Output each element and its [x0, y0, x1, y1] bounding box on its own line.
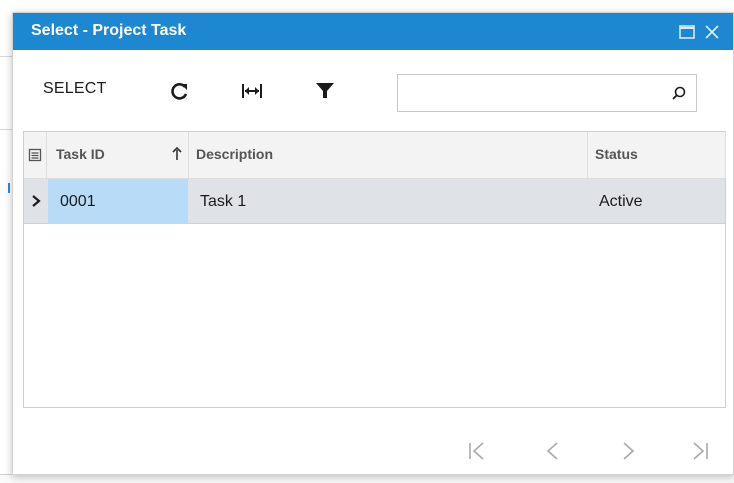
maximize-icon[interactable] [678, 23, 696, 41]
next-page-icon[interactable] [618, 440, 638, 462]
sort-ascending-icon[interactable] [172, 147, 182, 161]
fit-columns-icon[interactable] [241, 81, 263, 101]
search-icon[interactable] [672, 86, 686, 100]
grid-header: Task ID Description Status [24, 132, 727, 179]
column-chooser-icon[interactable] [28, 148, 42, 162]
dialog-title: Select - Project Task [31, 22, 187, 39]
background-divider [0, 56, 12, 57]
column-header-description[interactable]: Description [188, 132, 588, 179]
column-separator [725, 132, 726, 179]
column-header-status[interactable]: Status [587, 132, 727, 179]
column-separator [46, 132, 47, 179]
first-page-icon[interactable] [467, 440, 487, 462]
column-header-task-id[interactable]: Task ID [48, 132, 188, 179]
close-icon[interactable] [703, 23, 721, 41]
table-row[interactable]: 0001 Task 1 Active [24, 179, 725, 224]
last-page-icon[interactable] [690, 440, 710, 462]
refresh-icon[interactable] [169, 81, 191, 101]
cell-status[interactable]: Active [587, 179, 725, 224]
row-indicator-icon [32, 195, 41, 207]
background-footer [0, 474, 734, 483]
select-project-task-dialog: Select - Project Task SELECT Task ID Des… [12, 12, 734, 475]
background-accent [8, 183, 10, 193]
filter-icon[interactable] [314, 81, 336, 101]
search-input[interactable] [398, 75, 664, 111]
select-button[interactable]: SELECT [43, 80, 106, 98]
task-grid: Task ID Description Status 0001 Task 1 A… [23, 131, 726, 408]
background-divider [0, 129, 12, 130]
search-box [397, 74, 697, 112]
cell-description[interactable]: Task 1 [188, 179, 587, 224]
previous-page-icon[interactable] [543, 440, 563, 462]
cell-task-id[interactable]: 0001 [48, 179, 188, 224]
dialog-titlebar: Select - Project Task [13, 13, 733, 50]
